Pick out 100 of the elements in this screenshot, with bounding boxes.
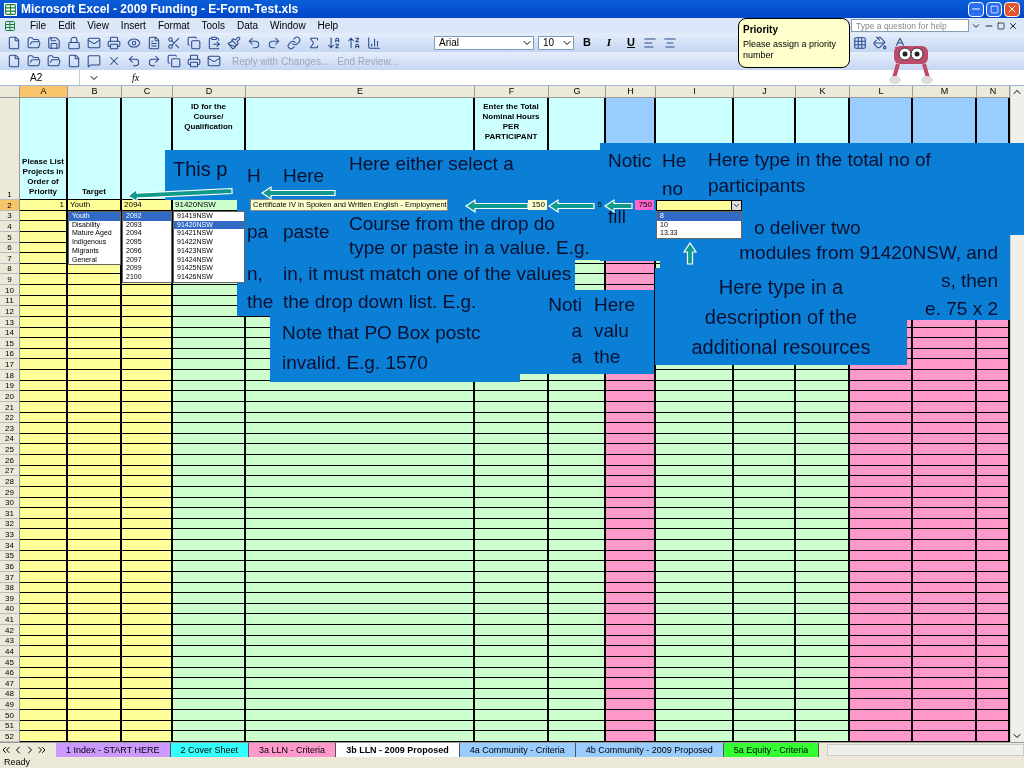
column-header[interactable]: K xyxy=(796,86,850,98)
row-header[interactable]: 5 xyxy=(0,231,19,243)
row-header[interactable]: 26 xyxy=(0,455,19,466)
copy-icon[interactable] xyxy=(167,54,181,68)
last-sheet-icon[interactable] xyxy=(36,744,48,756)
column-header[interactable]: A xyxy=(20,86,68,98)
row-header[interactable]: 8 xyxy=(0,263,19,275)
row-header[interactable]: 3 xyxy=(0,210,19,222)
column-header[interactable]: E xyxy=(246,86,475,98)
row-header[interactable]: 30 xyxy=(0,497,19,509)
paste-icon[interactable] xyxy=(207,35,221,50)
row-header[interactable]: 45 xyxy=(0,656,19,668)
format-button[interactable]: I xyxy=(600,34,618,51)
row-header[interactable]: 35 xyxy=(0,550,19,562)
sheet-tab[interactable]: 5a Equity - Criteria xyxy=(723,743,820,757)
row-header[interactable]: 44 xyxy=(0,646,19,657)
row-header[interactable]: 12 xyxy=(0,306,19,317)
row-header[interactable]: 29 xyxy=(0,486,19,498)
row-header[interactable]: 20 xyxy=(0,391,19,402)
page-icon[interactable] xyxy=(7,54,21,68)
row-header[interactable]: 41 xyxy=(0,614,19,625)
row-header[interactable]: 28 xyxy=(0,476,19,487)
row-header[interactable]: 39 xyxy=(0,593,19,604)
cell-value[interactable]: 1 xyxy=(59,199,66,210)
sort-ascending-icon[interactable] xyxy=(327,35,341,50)
brush-icon[interactable] xyxy=(227,35,241,50)
sheet-tab[interactable]: 3b LLN - 2009 Proposed xyxy=(336,743,460,757)
close-button[interactable] xyxy=(1004,1,1020,17)
row-header[interactable]: 43 xyxy=(0,635,19,647)
folder-icon[interactable] xyxy=(27,35,41,50)
row-header[interactable]: 13 xyxy=(0,316,19,328)
sheet-tab[interactable]: 4b Community - 2009 Proposed xyxy=(575,743,724,757)
align-left-icon[interactable] xyxy=(643,35,657,50)
horizontal-scrollbar[interactable] xyxy=(827,744,1024,756)
minimize-button[interactable] xyxy=(968,1,984,17)
row-header[interactable]: 9 xyxy=(0,274,19,285)
row-header[interactable]: 6 xyxy=(0,242,19,254)
sheet-tab[interactable]: 4a Community - Criteria xyxy=(459,743,576,757)
redo-icon[interactable] xyxy=(147,54,161,68)
folder-icon[interactable] xyxy=(27,54,41,68)
lock-icon[interactable] xyxy=(67,35,81,50)
column-header[interactable]: L xyxy=(850,86,913,98)
column-header[interactable]: H xyxy=(606,86,656,98)
column-header[interactable]: N xyxy=(977,86,1010,98)
column-header[interactable]: I xyxy=(656,86,734,98)
row-header[interactable]: 19 xyxy=(0,380,19,392)
row-header[interactable]: 15 xyxy=(0,338,19,349)
cell-value[interactable]: 91420NSW xyxy=(173,199,216,210)
cell-value[interactable]: 5 xyxy=(597,199,604,210)
row-header[interactable]: 32 xyxy=(0,518,19,530)
sheet-tab[interactable]: 1 Index - START HERE xyxy=(56,743,171,757)
row-header[interactable]: 42 xyxy=(0,625,19,636)
row-header[interactable]: 7 xyxy=(0,253,19,264)
folder-icon[interactable] xyxy=(47,54,61,68)
sort-descending-icon[interactable] xyxy=(347,35,361,50)
scissors-icon[interactable] xyxy=(167,35,181,50)
mail-icon[interactable] xyxy=(207,54,221,68)
format-button[interactable]: U xyxy=(622,34,640,51)
row-header[interactable]: 27 xyxy=(0,465,19,477)
font-field[interactable]: Arial xyxy=(434,35,534,50)
row-header[interactable]: 16 xyxy=(0,348,19,360)
font-color-icon[interactable] xyxy=(893,35,907,50)
caret-icon[interactable] xyxy=(731,201,741,210)
row-header[interactable]: 34 xyxy=(0,540,19,551)
row-header[interactable]: 51 xyxy=(0,720,19,732)
dropdown-field[interactable] xyxy=(656,200,742,211)
name-box[interactable]: A2 xyxy=(0,70,80,85)
redo-icon[interactable] xyxy=(267,35,281,50)
row-header[interactable]: 46 xyxy=(0,667,19,679)
menu-item[interactable]: Tools xyxy=(195,18,231,33)
spelling-icon[interactable] xyxy=(147,35,161,50)
row-header[interactable]: 36 xyxy=(0,561,19,572)
mail-icon[interactable] xyxy=(87,35,101,50)
row-header[interactable]: 48 xyxy=(0,688,19,700)
copy-icon[interactable] xyxy=(187,35,201,50)
save-icon[interactable] xyxy=(47,35,61,50)
row-header[interactable]: 49 xyxy=(0,699,19,710)
row-header[interactable]: 22 xyxy=(0,412,19,424)
undo-icon[interactable] xyxy=(127,54,141,68)
close-icon[interactable] xyxy=(1008,20,1018,31)
preview-icon[interactable] xyxy=(127,35,141,50)
row-header[interactable]: 11 xyxy=(0,295,19,307)
menu-item[interactable]: View xyxy=(81,18,115,33)
row-header[interactable]: 47 xyxy=(0,678,19,689)
new-file-icon[interactable] xyxy=(7,35,21,50)
row-header[interactable]: 14 xyxy=(0,327,19,339)
row-header[interactable]: 24 xyxy=(0,433,19,445)
align-center-icon[interactable] xyxy=(663,35,677,50)
borders-icon[interactable] xyxy=(853,35,867,50)
row-header[interactable]: 37 xyxy=(0,571,19,583)
function-label[interactable]: fx xyxy=(132,70,140,85)
menu-item[interactable]: Format xyxy=(151,18,196,33)
row-header[interactable]: 23 xyxy=(0,423,19,434)
row-header[interactable]: 18 xyxy=(0,370,19,381)
menu-item[interactable]: Window xyxy=(264,18,312,33)
row-header[interactable]: 10 xyxy=(0,285,19,296)
menu-item[interactable]: File xyxy=(24,18,53,33)
menu-item[interactable]: Data xyxy=(230,18,265,33)
printer-icon[interactable] xyxy=(107,35,121,50)
row-header[interactable]: 2 xyxy=(0,200,19,211)
